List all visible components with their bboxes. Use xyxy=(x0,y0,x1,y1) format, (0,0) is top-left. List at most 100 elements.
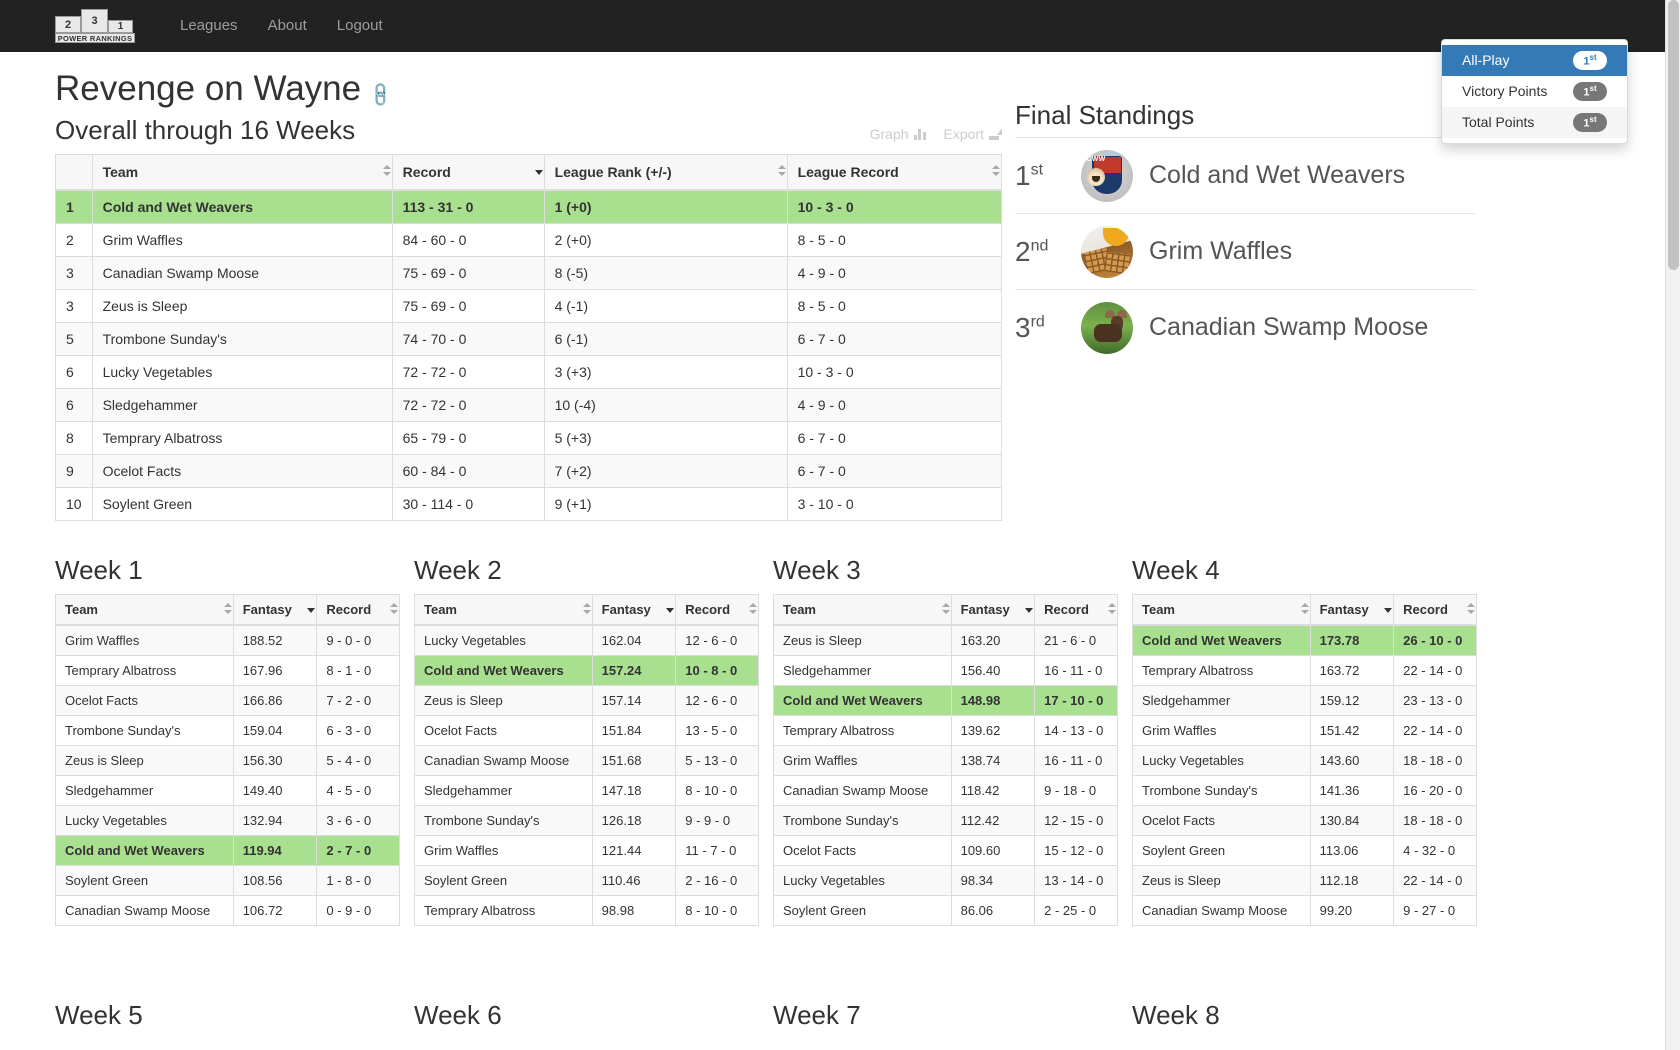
team-cell: Trombone Sunday's xyxy=(55,715,234,746)
table-row[interactable]: Lucky Vegetables 132.94 3 - 6 - 0 xyxy=(55,805,400,836)
table-row[interactable]: 3 Canadian Swamp Moose 75 - 69 - 08 (-5) 4 … xyxy=(55,255,1003,290)
table-row[interactable]: Grim Waffles 151.42 22 - 14 - 0 xyxy=(1132,715,1477,746)
col-header-record[interactable]: Record xyxy=(675,594,759,626)
table-row[interactable]: Canadian Swamp Moose 118.42 9 - 18 - 0 xyxy=(773,775,1118,806)
record-cell: 22 - 14 - 0 xyxy=(1393,715,1477,746)
table-row[interactable]: Cold and Wet Weavers 148.98 17 - 10 - 0 xyxy=(773,685,1118,716)
table-row[interactable]: Lucky Vegetables 143.60 18 - 18 - 0 xyxy=(1132,745,1477,776)
table-row[interactable]: Ocelot Facts 109.60 15 - 12 - 0 xyxy=(773,835,1118,866)
table-row[interactable]: Grim Waffles 138.74 16 - 11 - 0 xyxy=(773,745,1118,776)
col-header-league-record[interactable]: League Record xyxy=(786,153,1003,191)
table-row[interactable]: Sledgehammer 147.18 8 - 10 - 0 xyxy=(414,775,759,806)
final-standings-row-2[interactable]: 2nd Grim Waffles xyxy=(1015,213,1475,289)
rank-cell: 5 xyxy=(55,321,93,356)
badge-suffix: st xyxy=(1589,83,1597,93)
table-row[interactable]: Cold and Wet Weavers 119.94 2 - 7 - 0 xyxy=(55,835,400,866)
table-row[interactable]: 8 Temprary Albatross 65 - 79 - 05 (+3) 6 - … xyxy=(55,420,1003,455)
dropdown-item-all-play[interactable]: All-Play 1st xyxy=(1442,45,1627,76)
table-row[interactable]: Ocelot Facts 151.84 13 - 5 - 0 xyxy=(414,715,759,746)
table-row[interactable]: Cold and Wet Weavers 173.78 26 - 10 - 0 xyxy=(1132,624,1477,656)
col-header-fantasy[interactable]: Fantasy xyxy=(1309,594,1395,626)
table-row[interactable]: Zeus is Sleep 156.30 5 - 4 - 0 xyxy=(55,745,400,776)
col-header-record[interactable]: Record xyxy=(316,594,400,626)
col-header-record[interactable]: Record xyxy=(1393,594,1477,626)
table-row[interactable]: Canadian Swamp Moose 99.20 9 - 27 - 0 xyxy=(1132,895,1477,926)
team-cell: Temprary Albatross xyxy=(91,420,393,455)
record-cell: 11 - 7 - 0 xyxy=(675,835,759,866)
link-icon[interactable]: 🔗 xyxy=(367,81,396,109)
table-row[interactable]: 9 Ocelot Facts 60 - 84 - 07 (+2) 6 - 7 - 0 xyxy=(55,453,1003,488)
fantasy-cell: 167.96 xyxy=(232,655,318,686)
week-table-body: Cold and Wet Weavers 173.78 26 - 10 - 0 Tem… xyxy=(1132,624,1477,926)
table-row[interactable]: Trombone Sunday's 141.36 16 - 20 - 0 xyxy=(1132,775,1477,806)
col-header-fantasy[interactable]: Fantasy xyxy=(232,594,318,626)
col-header-fantasy[interactable]: Fantasy xyxy=(591,594,677,626)
league-rank-cell: 4 (-1) xyxy=(543,288,788,323)
table-row[interactable]: Temprary Albatross 139.62 14 - 13 - 0 xyxy=(773,715,1118,746)
record-cell: 2 - 25 - 0 xyxy=(1034,895,1118,926)
table-row[interactable]: Sledgehammer 159.12 23 - 13 - 0 xyxy=(1132,685,1477,716)
nav-link-about[interactable]: About xyxy=(253,0,322,52)
table-row[interactable]: Soylent Green 113.06 4 - 32 - 0 xyxy=(1132,835,1477,866)
table-row[interactable]: 5 Trombone Sunday's 74 - 70 - 06 (-1) 6 - 7… xyxy=(55,321,1003,356)
table-row[interactable]: Zeus is Sleep 163.20 21 - 6 - 0 xyxy=(773,624,1118,656)
graph-link[interactable]: Graph xyxy=(870,126,926,142)
final-standings-row-1[interactable]: 1st CWW Cold and Wet Weavers xyxy=(1015,137,1475,213)
table-row[interactable]: 1 Cold and Wet Weavers 113 - 31 - 01 (+0) 1… xyxy=(55,189,1003,224)
table-row[interactable]: 6 Lucky Vegetables 72 - 72 - 03 (+3) 10 - 3… xyxy=(55,354,1003,389)
table-row[interactable]: Temprary Albatross 98.98 8 - 10 - 0 xyxy=(414,895,759,926)
table-row[interactable]: Lucky Vegetables 98.34 13 - 14 - 0 xyxy=(773,865,1118,896)
table-row[interactable]: Soylent Green 110.46 2 - 16 - 0 xyxy=(414,865,759,896)
col-header-team[interactable]: Team xyxy=(91,153,393,191)
col-header-record[interactable]: Record xyxy=(1034,594,1118,626)
table-row[interactable]: Zeus is Sleep 157.14 12 - 6 - 0 xyxy=(414,685,759,716)
table-row[interactable]: Trombone Sunday's 126.18 9 - 9 - 0 xyxy=(414,805,759,836)
scrollbar-thumb[interactable] xyxy=(1668,0,1679,270)
table-row[interactable]: 6 Sledgehammer 72 - 72 - 0 10 (-4) 4 - 9 - 0 xyxy=(55,387,1003,422)
dropdown-item-total-points[interactable]: Total Points 1st xyxy=(1442,107,1627,138)
table-row[interactable]: 10 Soylent Green 30 - 114 - 09 (+1) 3 - 10 … xyxy=(55,486,1003,521)
table-row[interactable]: Zeus is Sleep 112.18 22 - 14 - 0 xyxy=(1132,865,1477,896)
col-header-league-rank[interactable]: League Rank (+/-) xyxy=(543,153,788,191)
table-row[interactable]: Ocelot Facts 130.84 18 - 18 - 0 xyxy=(1132,805,1477,836)
table-row[interactable]: Grim Waffles 188.52 9 - 0 - 0 xyxy=(55,624,400,656)
table-row[interactable]: Sledgehammer 149.40 4 - 5 - 0 xyxy=(55,775,400,806)
table-row[interactable]: Canadian Swamp Moose 106.72 0 - 9 - 0 xyxy=(55,895,400,926)
fantasy-cell: 157.14 xyxy=(591,685,677,716)
col-header-team[interactable]: Team xyxy=(414,594,593,626)
podium-icon: 2 3 1 POWER RANKINGS xyxy=(55,9,135,43)
col-header-record[interactable]: Record xyxy=(391,153,545,191)
record-cell: 74 - 70 - 0 xyxy=(391,321,545,356)
table-row[interactable]: Cold and Wet Weavers 157.24 10 - 8 - 0 xyxy=(414,655,759,686)
table-row[interactable]: Temprary Albatross 163.72 22 - 14 - 0 xyxy=(1132,655,1477,686)
league-record-cell: 4 - 9 - 0 xyxy=(786,255,1003,290)
final-standings-row-3[interactable]: 3rd Canadian Swamp Moose xyxy=(1015,289,1475,365)
nav-link-logout[interactable]: Logout xyxy=(322,0,398,52)
table-row[interactable]: Temprary Albatross 167.96 8 - 1 - 0 xyxy=(55,655,400,686)
fantasy-cell: 156.40 xyxy=(950,655,1036,686)
col-header-fantasy[interactable]: Fantasy xyxy=(950,594,1036,626)
table-row[interactable]: Soylent Green 86.06 2 - 25 - 0 xyxy=(773,895,1118,926)
table-row[interactable]: Ocelot Facts 166.86 7 - 2 - 0 xyxy=(55,685,400,716)
col-header-team[interactable]: Team xyxy=(55,594,234,626)
table-row[interactable]: Lucky Vegetables 162.04 12 - 6 - 0 xyxy=(414,624,759,656)
final-standings-title: Final Standings xyxy=(1015,100,1195,130)
table-row[interactable]: Trombone Sunday's 112.42 12 - 15 - 0 xyxy=(773,805,1118,836)
col-header-rank[interactable] xyxy=(55,153,93,191)
table-row[interactable]: 3 Zeus is Sleep 75 - 69 - 04 (-1) 8 - 5 - 0 xyxy=(55,288,1003,323)
export-link[interactable]: Export xyxy=(944,126,1002,142)
table-row[interactable]: Trombone Sunday's 159.04 6 - 3 - 0 xyxy=(55,715,400,746)
col-header-team[interactable]: Team xyxy=(773,594,952,626)
table-row[interactable]: Soylent Green 108.56 1 - 8 - 0 xyxy=(55,865,400,896)
table-row[interactable]: Sledgehammer 156.40 16 - 11 - 0 xyxy=(773,655,1118,686)
table-row[interactable]: Canadian Swamp Moose 151.68 5 - 13 - 0 xyxy=(414,745,759,776)
table-row[interactable]: 2 Grim Waffles 84 - 60 - 02 (+0) 8 - 5 - 0 xyxy=(55,222,1003,257)
col-header-team[interactable]: Team xyxy=(1132,594,1311,626)
fantasy-cell: 162.04 xyxy=(591,624,677,656)
page-scrollbar[interactable] xyxy=(1665,0,1680,1050)
nav-link-leagues[interactable]: Leagues xyxy=(165,0,253,52)
brand-logo[interactable]: 2 3 1 POWER RANKINGS xyxy=(55,9,135,43)
table-row[interactable]: Grim Waffles 121.44 11 - 7 - 0 xyxy=(414,835,759,866)
fantasy-cell: 139.62 xyxy=(950,715,1036,746)
dropdown-item-victory-points[interactable]: Victory Points 1st xyxy=(1442,76,1627,107)
